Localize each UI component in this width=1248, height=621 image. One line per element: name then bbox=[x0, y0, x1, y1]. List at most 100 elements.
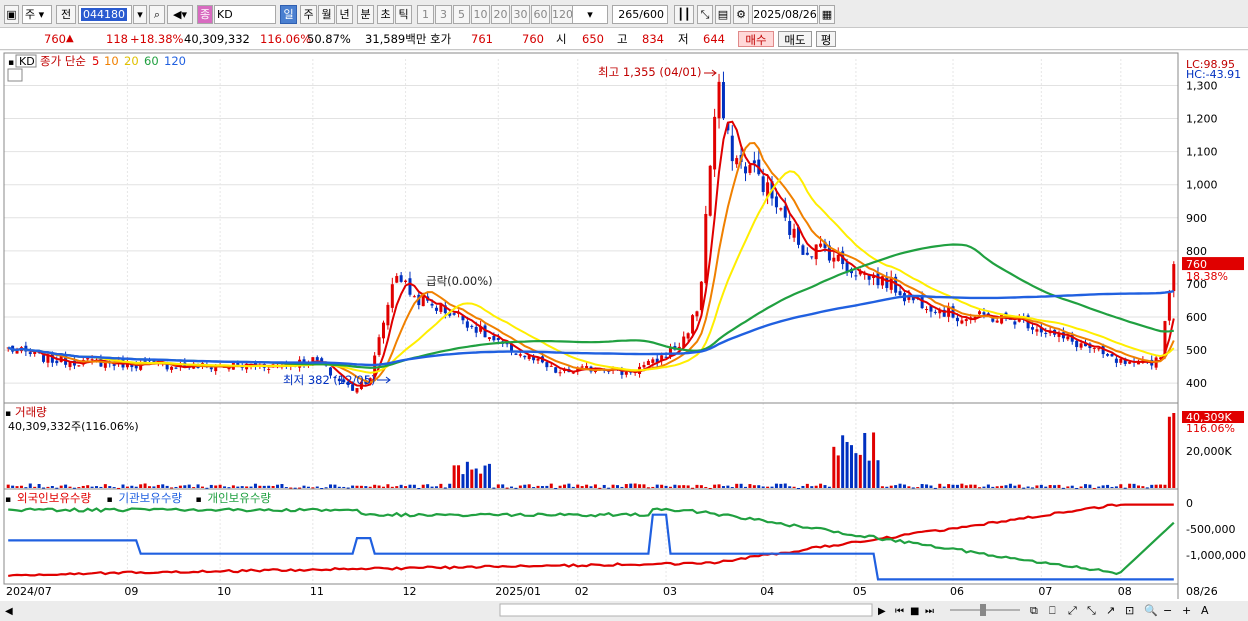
volume-bar bbox=[748, 484, 752, 488]
volume-bar bbox=[894, 485, 898, 488]
crosshair-icon[interactable]: ⤡ bbox=[697, 5, 713, 24]
volume-bar bbox=[969, 484, 973, 488]
volume-bar bbox=[505, 487, 509, 489]
volume-bar bbox=[991, 486, 995, 488]
candle-body bbox=[730, 135, 734, 162]
volume-bar bbox=[399, 484, 403, 488]
scrollbar[interactable]: ◀ ▶ ⏮ ■ ⏭ ⧉ ⎕ ⤢ ⤡ ↗ ⊡ 🔍 − + A bbox=[0, 601, 1248, 621]
stock-name-field[interactable]: KD bbox=[214, 5, 276, 24]
volume-bar bbox=[368, 486, 372, 488]
prev-button[interactable]: 전 bbox=[56, 5, 76, 24]
volume-bar bbox=[920, 484, 924, 488]
period-2-button[interactable]: 주 bbox=[300, 5, 317, 24]
volume-bar bbox=[801, 485, 805, 488]
volume-bar bbox=[713, 484, 717, 488]
calendar-icon[interactable]: ▦ bbox=[819, 5, 835, 24]
period-3-button[interactable]: 월 bbox=[318, 5, 335, 24]
playback-icon: ⏭ bbox=[925, 606, 934, 617]
name-badge[interactable]: 종 bbox=[197, 5, 213, 24]
volume-bar bbox=[253, 483, 257, 488]
volume-bar bbox=[1163, 484, 1167, 488]
quick-count-120-button[interactable]: 120 bbox=[551, 5, 573, 24]
volume-bar bbox=[668, 486, 672, 488]
candle-body bbox=[783, 206, 787, 218]
quick-count-30-button[interactable]: 30 bbox=[511, 5, 530, 24]
volume-bar bbox=[1159, 484, 1163, 488]
period-5-button[interactable]: 분 bbox=[357, 5, 374, 24]
volume-bar bbox=[501, 484, 505, 488]
evaluation-button[interactable]: 평 bbox=[816, 31, 836, 47]
candle-body bbox=[386, 304, 390, 326]
period-6-button[interactable]: 초 bbox=[377, 5, 394, 24]
candle-body bbox=[1167, 292, 1171, 321]
layout-icon[interactable]: ▣ bbox=[4, 5, 19, 24]
volume-bar bbox=[117, 487, 121, 489]
bar-count-dropdown[interactable]: ▾ bbox=[572, 5, 608, 24]
volume-bar bbox=[457, 465, 461, 488]
scrollbar-thumb[interactable] bbox=[499, 603, 873, 617]
volume-bar bbox=[192, 487, 196, 489]
period-7-button[interactable]: 틱 bbox=[395, 5, 412, 24]
volume-bar bbox=[1008, 483, 1012, 488]
volume-bar bbox=[174, 486, 178, 488]
volume-bar bbox=[443, 487, 447, 489]
volume-bar bbox=[434, 486, 438, 488]
candle-type-icon[interactable]: ┃┃ bbox=[674, 5, 694, 24]
zoom-handle-icon[interactable] bbox=[980, 604, 986, 616]
volume-bar bbox=[1154, 484, 1158, 488]
sell-button[interactable]: 매도 bbox=[778, 31, 812, 47]
quick-count-10-button[interactable]: 10 bbox=[471, 5, 490, 24]
quick-count-1-button[interactable]: 1 bbox=[417, 5, 434, 24]
volume-bar bbox=[236, 486, 240, 488]
volume-bar bbox=[704, 486, 708, 488]
volume-bar bbox=[624, 484, 628, 488]
buy-button[interactable]: 매수 bbox=[738, 31, 774, 47]
speaker-icon[interactable]: ◀▾ bbox=[167, 5, 193, 24]
settings-icon[interactable]: ⚙ bbox=[733, 5, 749, 24]
volume-bar bbox=[646, 487, 650, 489]
stock-code-input[interactable]: 044180 bbox=[78, 5, 132, 24]
candle-body bbox=[514, 353, 518, 355]
volume-bar bbox=[1075, 487, 1079, 489]
volume-bar bbox=[814, 485, 818, 488]
volume-bar bbox=[461, 474, 465, 488]
stock-chart[interactable]: 4005006007008009001,0001,1001,2001,300LC… bbox=[0, 51, 1248, 621]
volume-bar bbox=[708, 487, 712, 489]
candle-body bbox=[845, 262, 849, 272]
volume-bar bbox=[810, 486, 814, 488]
quick-count-60-button[interactable]: 60 bbox=[531, 5, 550, 24]
period-type-select[interactable]: 주 ▾ bbox=[22, 5, 52, 24]
period-type-label: 주 bbox=[25, 8, 36, 21]
bar-count-field[interactable]: 265/600 bbox=[612, 5, 668, 24]
volume-bar bbox=[1013, 485, 1017, 488]
volume-bar bbox=[121, 484, 125, 488]
volume-bar bbox=[925, 484, 929, 488]
search-icon[interactable]: ⌕ bbox=[149, 5, 165, 24]
table-icon[interactable] bbox=[7, 68, 23, 82]
volume-bar bbox=[986, 484, 990, 488]
candle-body bbox=[995, 320, 999, 323]
low-annotation: 최저 382 (12/05) bbox=[283, 373, 376, 387]
holding-legend-item: 기관보유수량 bbox=[119, 491, 183, 505]
volume-bar bbox=[276, 484, 280, 488]
high-annotation: 최고 1,355 (04/01) bbox=[598, 65, 702, 79]
save-icon[interactable]: ▤ bbox=[715, 5, 731, 24]
quick-count-20-button[interactable]: 20 bbox=[491, 5, 510, 24]
ask-price: 761 bbox=[471, 32, 493, 46]
volume-bar bbox=[735, 483, 739, 488]
period-4-button[interactable]: 년 bbox=[336, 5, 353, 24]
volume-bar bbox=[858, 454, 862, 488]
date-field[interactable]: 2025/08/26 bbox=[752, 5, 818, 24]
volume-title-marker: ▪ bbox=[5, 409, 11, 419]
quick-count-3-button[interactable]: 3 bbox=[435, 5, 452, 24]
candle-body bbox=[964, 319, 968, 322]
volume-bar bbox=[642, 484, 646, 488]
candle-body bbox=[748, 164, 752, 173]
candle-body bbox=[1035, 329, 1039, 332]
tool-icon: ⤢ bbox=[1068, 604, 1077, 617]
period-1-button[interactable]: 일 bbox=[280, 5, 297, 24]
candle-body bbox=[355, 388, 359, 393]
volume-bar bbox=[351, 485, 355, 488]
code-dropdown-icon[interactable]: ▾ bbox=[133, 5, 147, 24]
quick-count-5-button[interactable]: 5 bbox=[453, 5, 470, 24]
